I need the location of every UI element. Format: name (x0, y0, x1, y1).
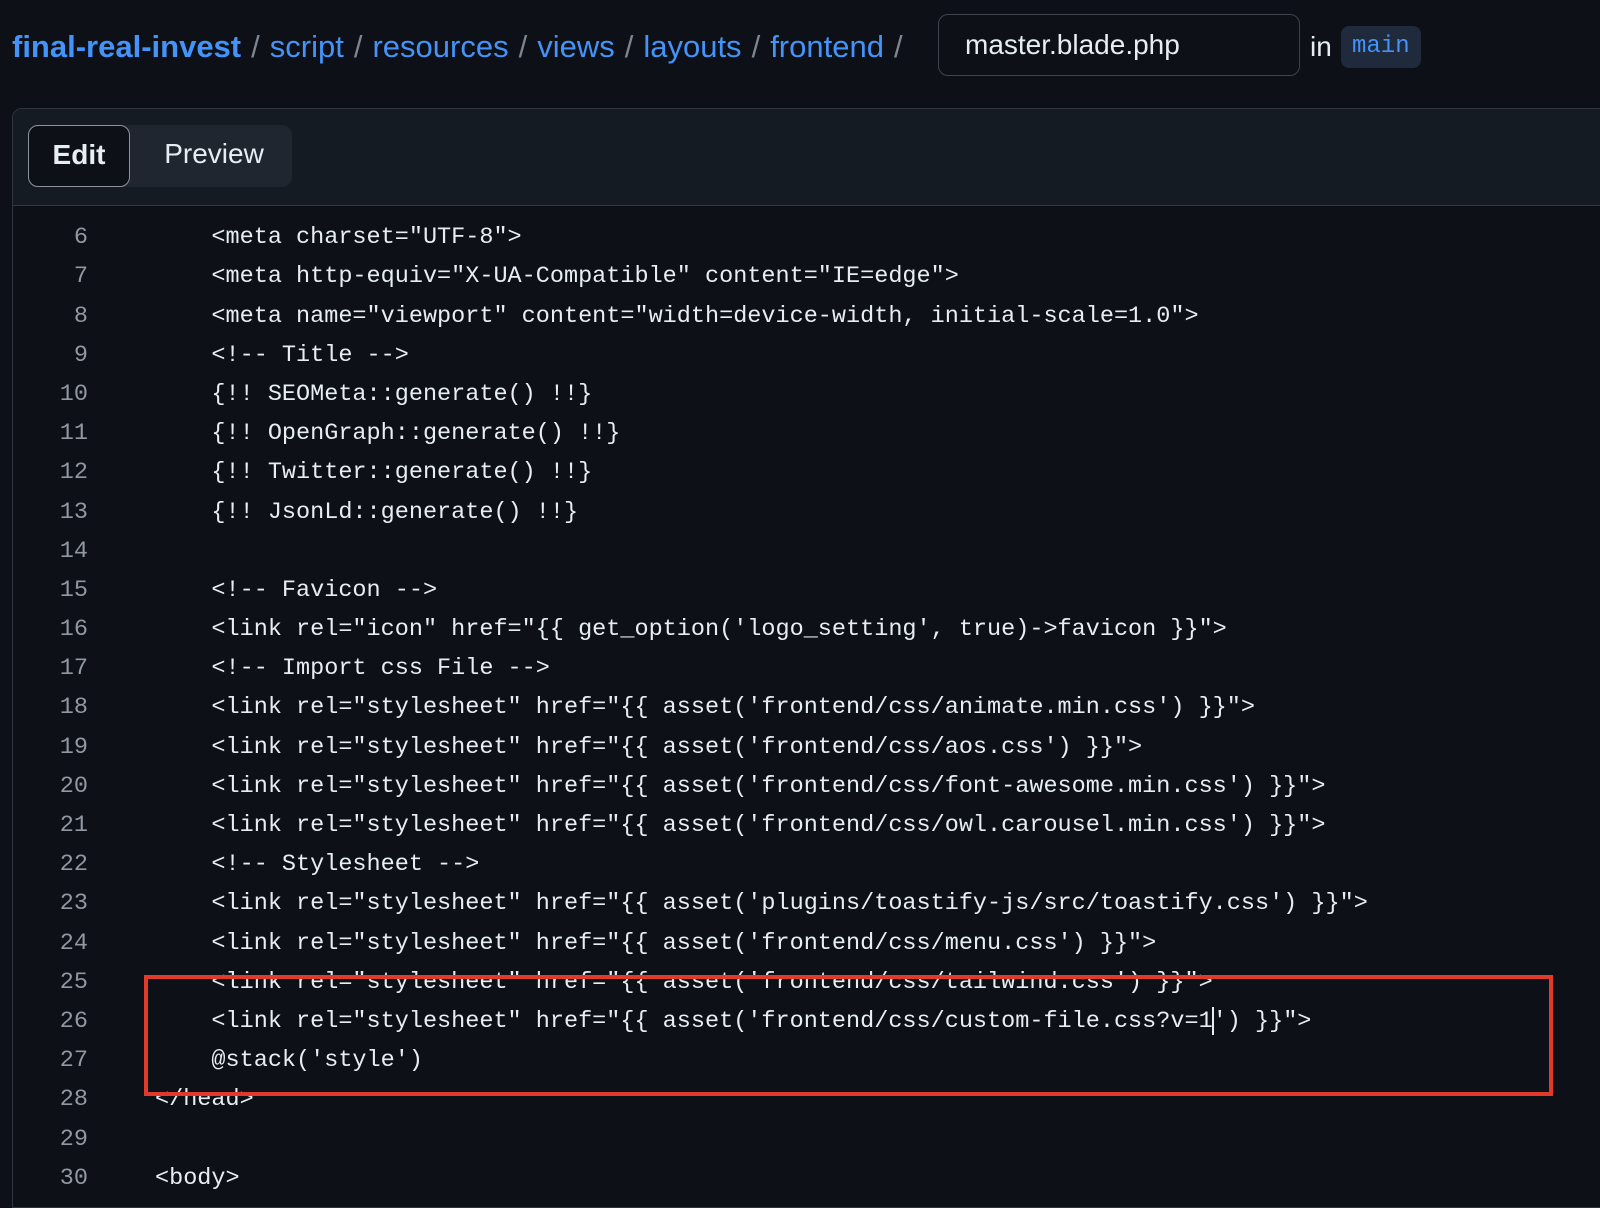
breadcrumb-separator: / (893, 29, 903, 64)
line-number: 9 (73, 341, 88, 369)
filename-input[interactable] (938, 14, 1300, 76)
line-number: 22 (59, 851, 88, 879)
line-number: 28 (59, 1086, 88, 1114)
code-text[interactable]: <!-- Favicon --> (155, 571, 437, 610)
file-path-header: final-real-invest / script / resources /… (0, 0, 1600, 100)
breadcrumb-folder-script[interactable]: script (270, 24, 344, 70)
line-number: 27 (59, 1047, 88, 1075)
code-text[interactable]: {!! Twitter::generate() !!} (155, 453, 592, 492)
breadcrumb-folder-resources[interactable]: resources (372, 24, 508, 70)
line-number: 24 (59, 929, 88, 957)
code-text[interactable]: <link rel="icon" href="{{ get_option('lo… (155, 610, 1226, 649)
breadcrumb-repo-link[interactable]: final-real-invest (12, 24, 241, 70)
code-text[interactable]: <meta charset="UTF-8"> (155, 218, 521, 257)
line-number: 7 (73, 263, 88, 291)
line-number: 16 (59, 616, 88, 644)
line-number: 5 (13, 206, 88, 218)
code-text[interactable]: @stack('style') (155, 1041, 423, 1080)
branch-name-badge[interactable]: main (1341, 26, 1421, 68)
code-text[interactable]: <link rel="stylesheet" href="{{ asset('f… (155, 963, 1212, 1002)
line-number: 18 (59, 694, 88, 722)
breadcrumb-folder-frontend[interactable]: frontend (770, 24, 884, 70)
line-number: 17 (59, 655, 88, 683)
breadcrumb-separator: / (251, 29, 260, 64)
edit-preview-tabs: Edit Preview (28, 125, 292, 187)
code-text[interactable]: <!-- Stylesheet --> (155, 845, 479, 884)
code-text[interactable]: <link rel="stylesheet" href="{{ asset('f… (155, 806, 1325, 845)
line-number: 12 (59, 459, 88, 487)
breadcrumb: final-real-invest / script / resources /… (12, 24, 913, 70)
line-number: 20 (59, 772, 88, 800)
line-number: 25 (59, 968, 88, 996)
code-text[interactable]: <head> (155, 206, 240, 218)
code-area[interactable]: 5 <head> 6 <meta charset="UTF-8"> 7 <meta h… (13, 206, 1600, 1206)
code-text[interactable]: <meta http-equiv="X-UA-Compatible" conte… (155, 257, 958, 296)
code-text[interactable]: <link rel="stylesheet" href="{{ asset('f… (155, 1002, 1311, 1041)
line-number: 6 (73, 224, 88, 252)
code-text[interactable]: {!! SEOMeta::generate() !!} (155, 375, 592, 414)
line-number: 15 (59, 576, 88, 604)
line-number: 30 (59, 1164, 88, 1192)
code-text[interactable]: </head> (155, 1080, 254, 1119)
line-number: 26 (59, 1007, 88, 1035)
line-number: 10 (59, 380, 88, 408)
breadcrumb-folder-views[interactable]: views (537, 24, 615, 70)
line-number: 14 (59, 537, 88, 565)
breadcrumb-folder-layouts[interactable]: layouts (643, 24, 741, 70)
code-text[interactable]: <meta name="viewport" content="width=dev… (155, 297, 1198, 336)
breadcrumb-separator: / (624, 29, 634, 64)
branch-in-label: in (1310, 31, 1332, 62)
code-text[interactable]: <link rel="stylesheet" href="{{ asset('p… (155, 884, 1367, 923)
tab-preview[interactable]: Preview (144, 125, 284, 187)
code-text[interactable]: {!! JsonLd::generate() !!} (155, 493, 578, 532)
code-text[interactable]: {!! OpenGraph::generate() !!} (155, 414, 620, 453)
tab-edit[interactable]: Edit (28, 125, 130, 187)
code-text[interactable]: <link rel="stylesheet" href="{{ asset('f… (155, 728, 1142, 767)
line-number: 23 (59, 890, 88, 918)
code-text[interactable]: <!-- Import css File --> (155, 649, 549, 688)
code-text[interactable]: <body> (155, 1159, 240, 1198)
editor-toolbar: Edit Preview (13, 109, 1600, 206)
code-text[interactable]: <link rel="stylesheet" href="{{ asset('f… (155, 688, 1255, 727)
line-number: 21 (59, 812, 88, 839)
line-number: 11 (59, 420, 88, 448)
code-editor: Edit Preview 5 <head> 6 <meta charset="UTF… (12, 108, 1600, 1208)
line-number: 29 (59, 1125, 88, 1153)
text-cursor (1211, 1006, 1214, 1035)
line-number: 19 (59, 733, 88, 761)
breadcrumb-separator: / (518, 29, 528, 64)
breadcrumb-separator: / (751, 29, 761, 64)
code-text[interactable]: <link rel="stylesheet" href="{{ asset('f… (155, 924, 1156, 963)
line-number: 8 (73, 302, 88, 330)
code-text[interactable]: <link rel="stylesheet" href="{{ asset('f… (155, 767, 1325, 806)
line-number: 13 (59, 498, 88, 526)
breadcrumb-separator: / (353, 29, 363, 64)
code-text[interactable]: <!-- Title --> (155, 336, 408, 375)
